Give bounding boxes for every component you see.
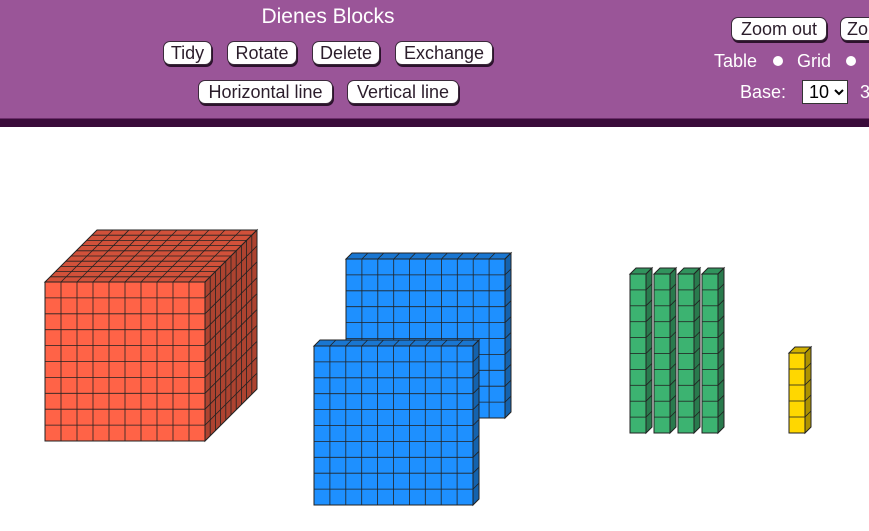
table-radio[interactable]: [773, 56, 783, 66]
clipped-text: 3: [860, 82, 869, 102]
toolbar-border: [0, 118, 869, 127]
block-canvas: [43, 228, 813, 507]
toolbar: Dienes Blocks Tidy Rotate Delete Exchang…: [0, 0, 869, 118]
base-label: Base:: [740, 82, 787, 102]
vertical-line-button[interactable]: Vertical line: [347, 80, 459, 104]
delete-button[interactable]: Delete: [312, 41, 380, 65]
rotate-button[interactable]: Rotate: [227, 41, 297, 65]
long-blocks[interactable]: [628, 266, 726, 435]
flat-block[interactable]: [312, 338, 481, 507]
cube-block[interactable]: [43, 228, 259, 443]
app-title: Dienes Blocks: [261, 5, 395, 28]
unit-face: [788, 352, 806, 434]
unit-block[interactable]: [787, 345, 813, 435]
grid-label: Grid: [797, 51, 832, 71]
unit-face: [804, 345, 812, 435]
zoom-out-button[interactable]: Zoom out: [731, 17, 827, 41]
grid-radio[interactable]: [846, 56, 856, 66]
tidy-button[interactable]: Tidy: [163, 41, 212, 65]
table-label: Table: [714, 51, 758, 71]
exchange-button[interactable]: Exchange: [395, 41, 493, 65]
base-select[interactable]: 10: [802, 80, 848, 104]
zoom-in-button[interactable]: Zo: [840, 17, 869, 41]
horizontal-line-button[interactable]: Horizontal line: [198, 80, 333, 104]
